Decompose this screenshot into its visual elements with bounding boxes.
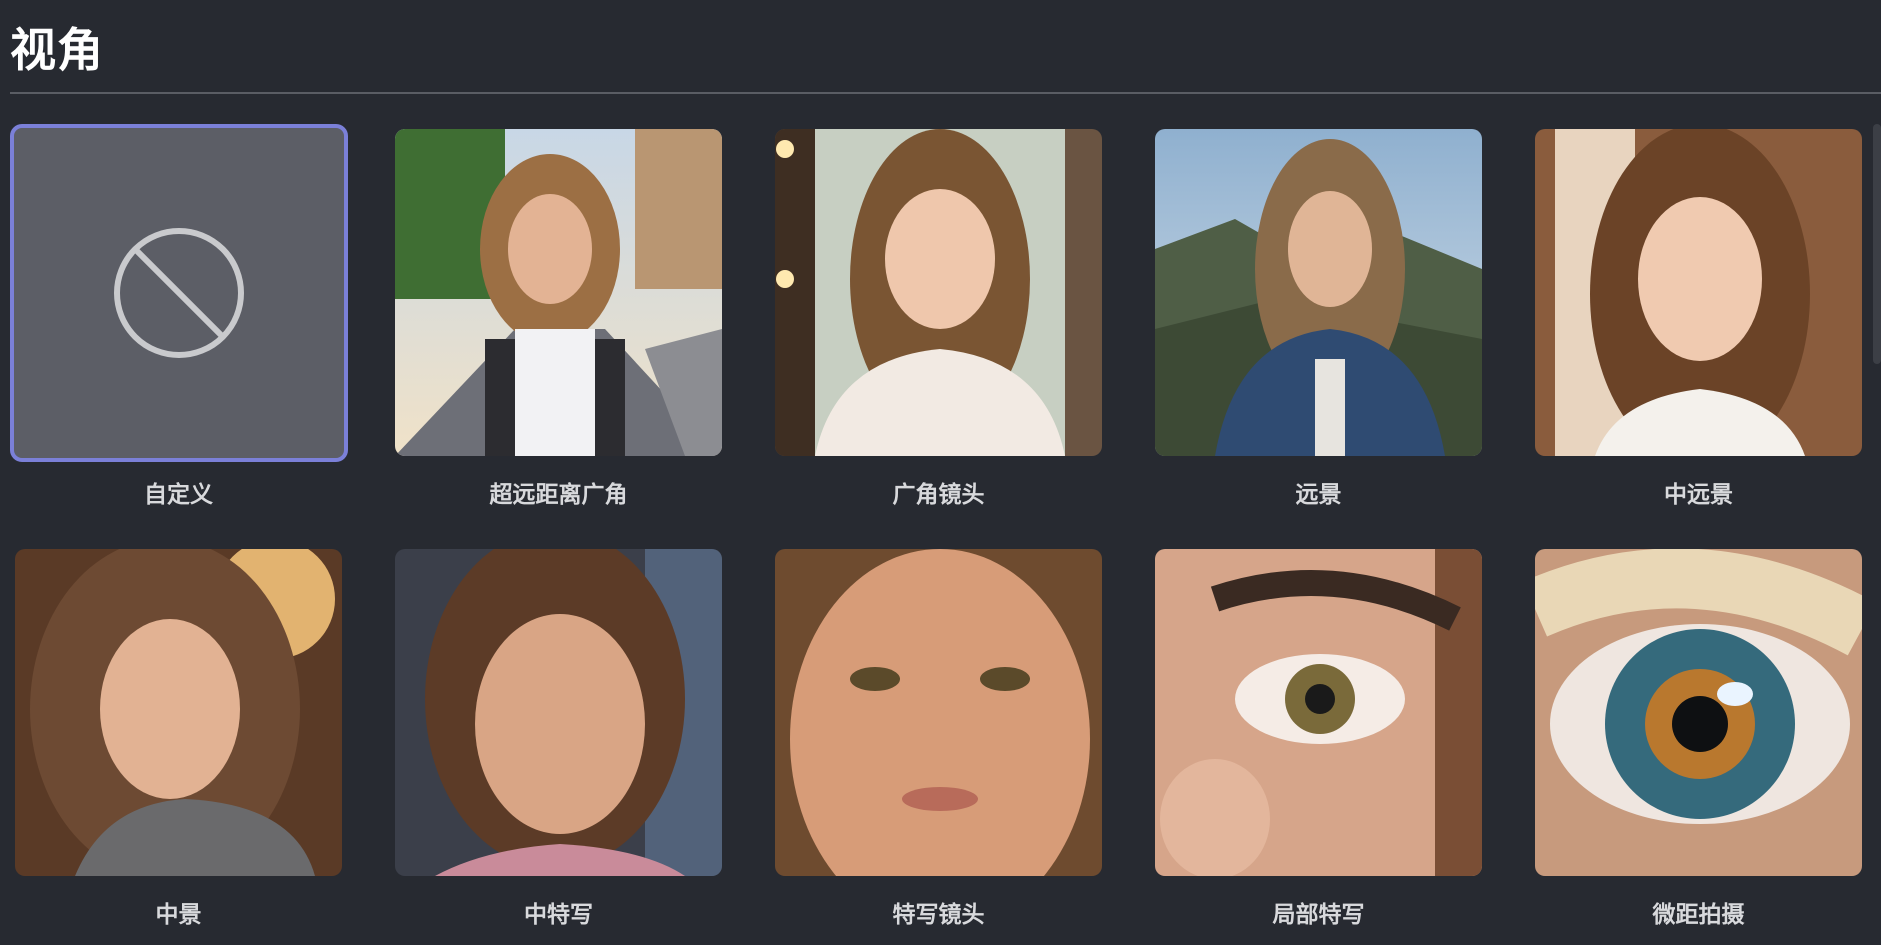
- card-label: 中景: [155, 902, 202, 928]
- perspective-panel: 视角 自定义 超远距离广角 广角镜头 远景 中远景 中景 中特写 特写镜头 局部…: [0, 0, 1881, 945]
- thumbnail-image: [1535, 129, 1862, 456]
- section-title: 视角: [10, 23, 104, 77]
- disabled-icon: [114, 228, 244, 358]
- card-label: 远景: [1295, 482, 1342, 508]
- perspective-option-custom[interactable]: 自定义: [0, 124, 348, 544]
- thumbnail-image: [395, 129, 722, 456]
- perspective-option-long-shot[interactable]: 远景: [1140, 124, 1482, 544]
- divider: [10, 92, 1881, 94]
- card-label: 局部特写: [1272, 902, 1365, 928]
- card-label: 微距拍摄: [1652, 902, 1745, 928]
- perspective-option-detail-closeup[interactable]: 局部特写: [1140, 544, 1482, 945]
- perspective-option-macro[interactable]: 微距拍摄: [1520, 544, 1862, 945]
- card-label: 中特写: [524, 902, 593, 928]
- perspective-option-medium-long-shot[interactable]: 中远景: [1520, 124, 1862, 544]
- card-label: 自定义: [144, 482, 213, 508]
- perspective-option-medium-closeup[interactable]: 中特写: [380, 544, 722, 945]
- thumbnail-image: [775, 129, 1102, 456]
- perspective-option-ultra-wide[interactable]: 超远距离广角: [380, 124, 722, 544]
- custom-tile: [10, 124, 348, 462]
- card-label: 中远景: [1664, 482, 1733, 508]
- thumbnail-image: [1155, 549, 1482, 876]
- thumbnail-image: [775, 549, 1102, 876]
- thumbnail-image: [1535, 549, 1862, 876]
- thumbnail-image: [15, 549, 342, 876]
- thumbnail-image: [395, 549, 722, 876]
- thumbnail-image: [1155, 129, 1482, 456]
- card-label: 广角镜头: [892, 482, 985, 508]
- perspective-option-medium-shot[interactable]: 中景: [0, 544, 342, 945]
- scrollbar[interactable]: [1873, 124, 1881, 364]
- perspective-option-wide-angle[interactable]: 广角镜头: [760, 124, 1102, 544]
- perspective-option-closeup[interactable]: 特写镜头: [760, 544, 1102, 945]
- card-label: 特写镜头: [892, 902, 985, 928]
- card-label: 超远距离广角: [489, 482, 628, 508]
